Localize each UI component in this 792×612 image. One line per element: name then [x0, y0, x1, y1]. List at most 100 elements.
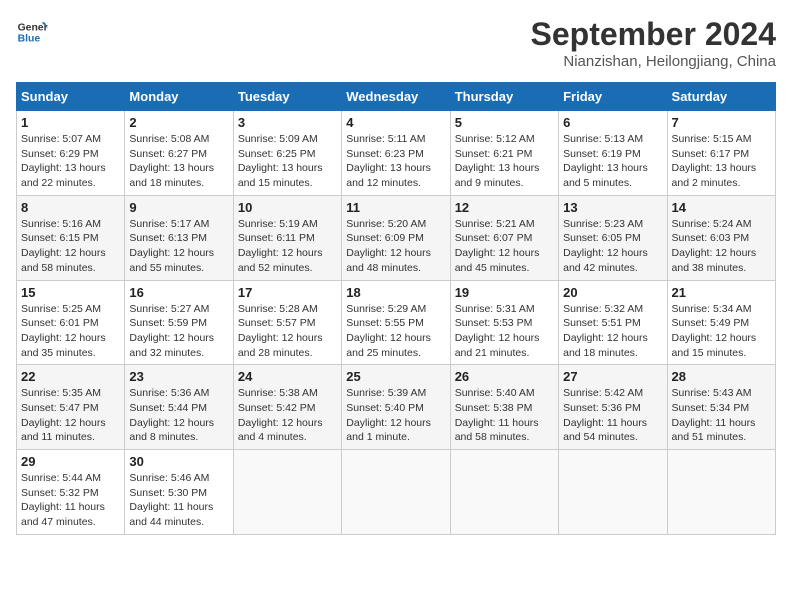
- weekday-header-wednesday: Wednesday: [342, 83, 450, 111]
- calendar-cell-10: 11 Sunrise: 5:20 AM Sunset: 6:09 PM Dayli…: [342, 195, 450, 280]
- calendar-cell-15: 16 Sunrise: 5:27 AM Sunset: 5:59 PM Dayli…: [125, 280, 233, 365]
- day-number: 22: [21, 369, 120, 384]
- calendar-cell-12: 13Sunrise: 5:23 AM Sunset: 6:05 PM Dayli…: [559, 195, 667, 280]
- day-number: 17: [238, 285, 337, 300]
- day-number: 26: [455, 369, 554, 384]
- day-info: Sunrise: 5:43 AM Sunset: 5:34 PM Dayligh…: [672, 386, 771, 445]
- calendar-cell-31: [342, 450, 450, 535]
- day-number: 5: [455, 115, 554, 130]
- day-info: Sunrise: 5:09 AM Sunset: 6:25 PM Dayligh…: [238, 132, 337, 191]
- day-info: Sunrise: 5:39 AM Sunset: 5:40 PM Dayligh…: [346, 386, 445, 445]
- logo: General Blue: [16, 16, 48, 48]
- day-number: 7: [672, 115, 771, 130]
- calendar-cell-13: 14 Sunrise: 5:24 AM Sunset: 6:03 PM Dayli…: [667, 195, 775, 280]
- day-info: Sunrise: 5:19 AM Sunset: 6:11 PM Dayligh…: [238, 217, 337, 276]
- weekday-header-sunday: Sunday: [17, 83, 125, 111]
- calendar-week-2: 15 Sunrise: 5:25 AM Sunset: 6:01 PM Dayli…: [17, 280, 776, 365]
- day-info: Sunrise: 5:42 AM Sunset: 5:36 PM Dayligh…: [563, 386, 662, 445]
- day-number: 10: [238, 200, 337, 215]
- calendar-cell-23: 24 Sunrise: 5:38 AM Sunset: 5:42 PM Dayli…: [233, 365, 341, 450]
- day-info: Sunrise: 5:21 AM Sunset: 6:07 PM Dayligh…: [455, 217, 554, 276]
- calendar-cell-27: 28 Sunrise: 5:43 AM Sunset: 5:34 PM Dayli…: [667, 365, 775, 450]
- calendar-cell-5: 6Sunrise: 5:13 AM Sunset: 6:19 PM Daylig…: [559, 111, 667, 196]
- day-info: Sunrise: 5:07 AM Sunset: 6:29 PM Dayligh…: [21, 132, 120, 191]
- day-number: 8: [21, 200, 120, 215]
- location-title: Nianzishan, Heilongjiang, China: [531, 53, 776, 70]
- calendar-week-1: 8 Sunrise: 5:16 AM Sunset: 6:15 PM Daylig…: [17, 195, 776, 280]
- day-number: 28: [672, 369, 771, 384]
- page-header: General Blue September 2024 Nianzishan, …: [16, 16, 776, 70]
- day-number: 23: [129, 369, 228, 384]
- day-number: 30: [129, 454, 228, 469]
- day-info: Sunrise: 5:25 AM Sunset: 6:01 PM Dayligh…: [21, 302, 120, 361]
- day-number: 12: [455, 200, 554, 215]
- day-info: Sunrise: 5:46 AM Sunset: 5:30 PM Dayligh…: [129, 471, 228, 530]
- month-title: September 2024: [531, 16, 776, 53]
- calendar-week-4: 29 Sunrise: 5:44 AM Sunset: 5:32 PM Dayli…: [17, 450, 776, 535]
- calendar-cell-16: 17 Sunrise: 5:28 AM Sunset: 5:57 PM Dayli…: [233, 280, 341, 365]
- day-number: 24: [238, 369, 337, 384]
- header-row: SundayMondayTuesdayWednesdayThursdayFrid…: [17, 83, 776, 111]
- day-info: Sunrise: 5:29 AM Sunset: 5:55 PM Dayligh…: [346, 302, 445, 361]
- weekday-header-thursday: Thursday: [450, 83, 558, 111]
- day-number: 15: [21, 285, 120, 300]
- calendar-cell-25: 26 Sunrise: 5:40 AM Sunset: 5:38 PM Dayli…: [450, 365, 558, 450]
- calendar-cell-3: 4 Sunrise: 5:11 AM Sunset: 6:23 PM Daylig…: [342, 111, 450, 196]
- calendar-cell-1: 2 Sunrise: 5:08 AM Sunset: 6:27 PM Daylig…: [125, 111, 233, 196]
- calendar-cell-24: 25Sunrise: 5:39 AM Sunset: 5:40 PM Dayli…: [342, 365, 450, 450]
- day-number: 20: [563, 285, 662, 300]
- day-info: Sunrise: 5:28 AM Sunset: 5:57 PM Dayligh…: [238, 302, 337, 361]
- day-info: Sunrise: 5:08 AM Sunset: 6:27 PM Dayligh…: [129, 132, 228, 191]
- day-info: Sunrise: 5:27 AM Sunset: 5:59 PM Dayligh…: [129, 302, 228, 361]
- weekday-header-friday: Friday: [559, 83, 667, 111]
- day-number: 19: [455, 285, 554, 300]
- calendar-cell-14: 15 Sunrise: 5:25 AM Sunset: 6:01 PM Dayli…: [17, 280, 125, 365]
- day-info: Sunrise: 5:17 AM Sunset: 6:13 PM Dayligh…: [129, 217, 228, 276]
- day-number: 2: [129, 115, 228, 130]
- calendar-table: SundayMondayTuesdayWednesdayThursdayFrid…: [16, 82, 776, 535]
- calendar-cell-20: 21 Sunrise: 5:34 AM Sunset: 5:49 PM Dayli…: [667, 280, 775, 365]
- calendar-cell-0: 1Sunrise: 5:07 AM Sunset: 6:29 PM Daylig…: [17, 111, 125, 196]
- day-info: Sunrise: 5:11 AM Sunset: 6:23 PM Dayligh…: [346, 132, 445, 191]
- day-info: Sunrise: 5:13 AM Sunset: 6:19 PM Dayligh…: [563, 132, 662, 191]
- day-info: Sunrise: 5:38 AM Sunset: 5:42 PM Dayligh…: [238, 386, 337, 445]
- calendar-cell-4: 5Sunrise: 5:12 AM Sunset: 6:21 PM Daylig…: [450, 111, 558, 196]
- day-number: 4: [346, 115, 445, 130]
- weekday-header-tuesday: Tuesday: [233, 83, 341, 111]
- day-info: Sunrise: 5:35 AM Sunset: 5:47 PM Dayligh…: [21, 386, 120, 445]
- calendar-cell-8: 9Sunrise: 5:17 AM Sunset: 6:13 PM Daylig…: [125, 195, 233, 280]
- day-number: 16: [129, 285, 228, 300]
- day-number: 3: [238, 115, 337, 130]
- day-number: 21: [672, 285, 771, 300]
- day-info: Sunrise: 5:44 AM Sunset: 5:32 PM Dayligh…: [21, 471, 120, 530]
- calendar-cell-29: 30 Sunrise: 5:46 AM Sunset: 5:30 PM Dayli…: [125, 450, 233, 535]
- calendar-cell-9: 10 Sunrise: 5:19 AM Sunset: 6:11 PM Dayli…: [233, 195, 341, 280]
- calendar-cell-32: [450, 450, 558, 535]
- day-info: Sunrise: 5:23 AM Sunset: 6:05 PM Dayligh…: [563, 217, 662, 276]
- calendar-week-0: 1Sunrise: 5:07 AM Sunset: 6:29 PM Daylig…: [17, 111, 776, 196]
- day-info: Sunrise: 5:40 AM Sunset: 5:38 PM Dayligh…: [455, 386, 554, 445]
- day-number: 29: [21, 454, 120, 469]
- logo-icon: General Blue: [16, 16, 48, 48]
- day-info: Sunrise: 5:20 AM Sunset: 6:09 PM Dayligh…: [346, 217, 445, 276]
- day-info: Sunrise: 5:15 AM Sunset: 6:17 PM Dayligh…: [672, 132, 771, 191]
- calendar-cell-7: 8 Sunrise: 5:16 AM Sunset: 6:15 PM Daylig…: [17, 195, 125, 280]
- title-area: September 2024 Nianzishan, Heilongjiang,…: [531, 16, 776, 70]
- day-info: Sunrise: 5:31 AM Sunset: 5:53 PM Dayligh…: [455, 302, 554, 361]
- svg-text:Blue: Blue: [18, 34, 41, 45]
- calendar-cell-28: 29 Sunrise: 5:44 AM Sunset: 5:32 PM Dayli…: [17, 450, 125, 535]
- day-info: Sunrise: 5:24 AM Sunset: 6:03 PM Dayligh…: [672, 217, 771, 276]
- calendar-cell-22: 23Sunrise: 5:36 AM Sunset: 5:44 PM Dayli…: [125, 365, 233, 450]
- day-number: 11: [346, 200, 445, 215]
- day-info: Sunrise: 5:16 AM Sunset: 6:15 PM Dayligh…: [21, 217, 120, 276]
- day-number: 14: [672, 200, 771, 215]
- calendar-cell-30: [233, 450, 341, 535]
- calendar-cell-11: 12 Sunrise: 5:21 AM Sunset: 6:07 PM Dayli…: [450, 195, 558, 280]
- weekday-header-saturday: Saturday: [667, 83, 775, 111]
- calendar-cell-19: 20Sunrise: 5:32 AM Sunset: 5:51 PM Dayli…: [559, 280, 667, 365]
- weekday-header-monday: Monday: [125, 83, 233, 111]
- calendar-cell-21: 22 Sunrise: 5:35 AM Sunset: 5:47 PM Dayli…: [17, 365, 125, 450]
- day-number: 27: [563, 369, 662, 384]
- calendar-cell-2: 3 Sunrise: 5:09 AM Sunset: 6:25 PM Daylig…: [233, 111, 341, 196]
- day-info: Sunrise: 5:34 AM Sunset: 5:49 PM Dayligh…: [672, 302, 771, 361]
